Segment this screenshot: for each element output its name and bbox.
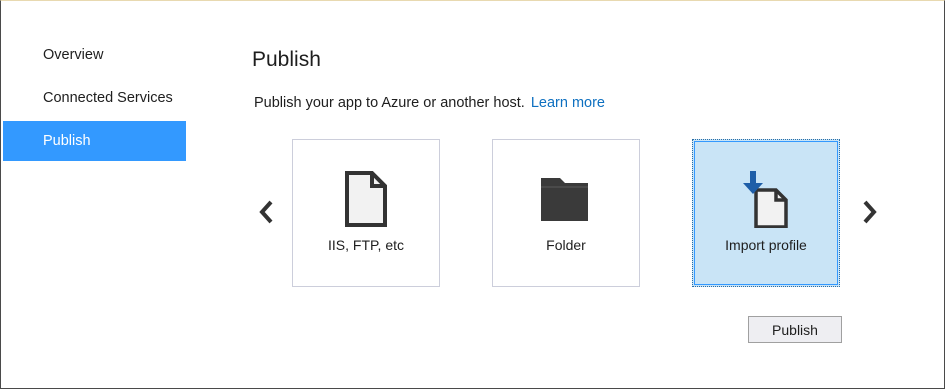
import-profile-icon: [738, 170, 794, 229]
publish-window: Overview Connected Services Publish Publ…: [0, 0, 945, 389]
sidebar: Overview Connected Services Publish: [3, 35, 186, 164]
sidebar-item-publish[interactable]: Publish: [3, 121, 186, 161]
publish-button[interactable]: Publish: [748, 316, 842, 343]
learn-more-link[interactable]: Learn more: [531, 95, 605, 111]
tile-label: IIS, FTP, etc: [328, 237, 404, 253]
next-arrow-icon[interactable]: [859, 197, 881, 227]
tile-label: Import profile: [725, 237, 807, 253]
tile-label: Folder: [546, 237, 586, 253]
subtitle: Publish your app to Azure or another hos…: [254, 95, 605, 111]
target-tile-folder[interactable]: Folder: [492, 139, 640, 287]
subtitle-text: Publish your app to Azure or another hos…: [254, 95, 525, 111]
document-icon: [338, 170, 394, 228]
target-tile-iis-ftp[interactable]: IIS, FTP, etc: [292, 139, 440, 287]
previous-arrow-icon[interactable]: [255, 197, 277, 227]
sidebar-item-overview[interactable]: Overview: [3, 35, 186, 75]
sidebar-item-connected-services[interactable]: Connected Services: [3, 78, 186, 118]
page-title: Publish: [252, 48, 321, 71]
folder-icon: [538, 170, 594, 228]
target-tile-import-profile[interactable]: Import profile: [692, 139, 840, 287]
